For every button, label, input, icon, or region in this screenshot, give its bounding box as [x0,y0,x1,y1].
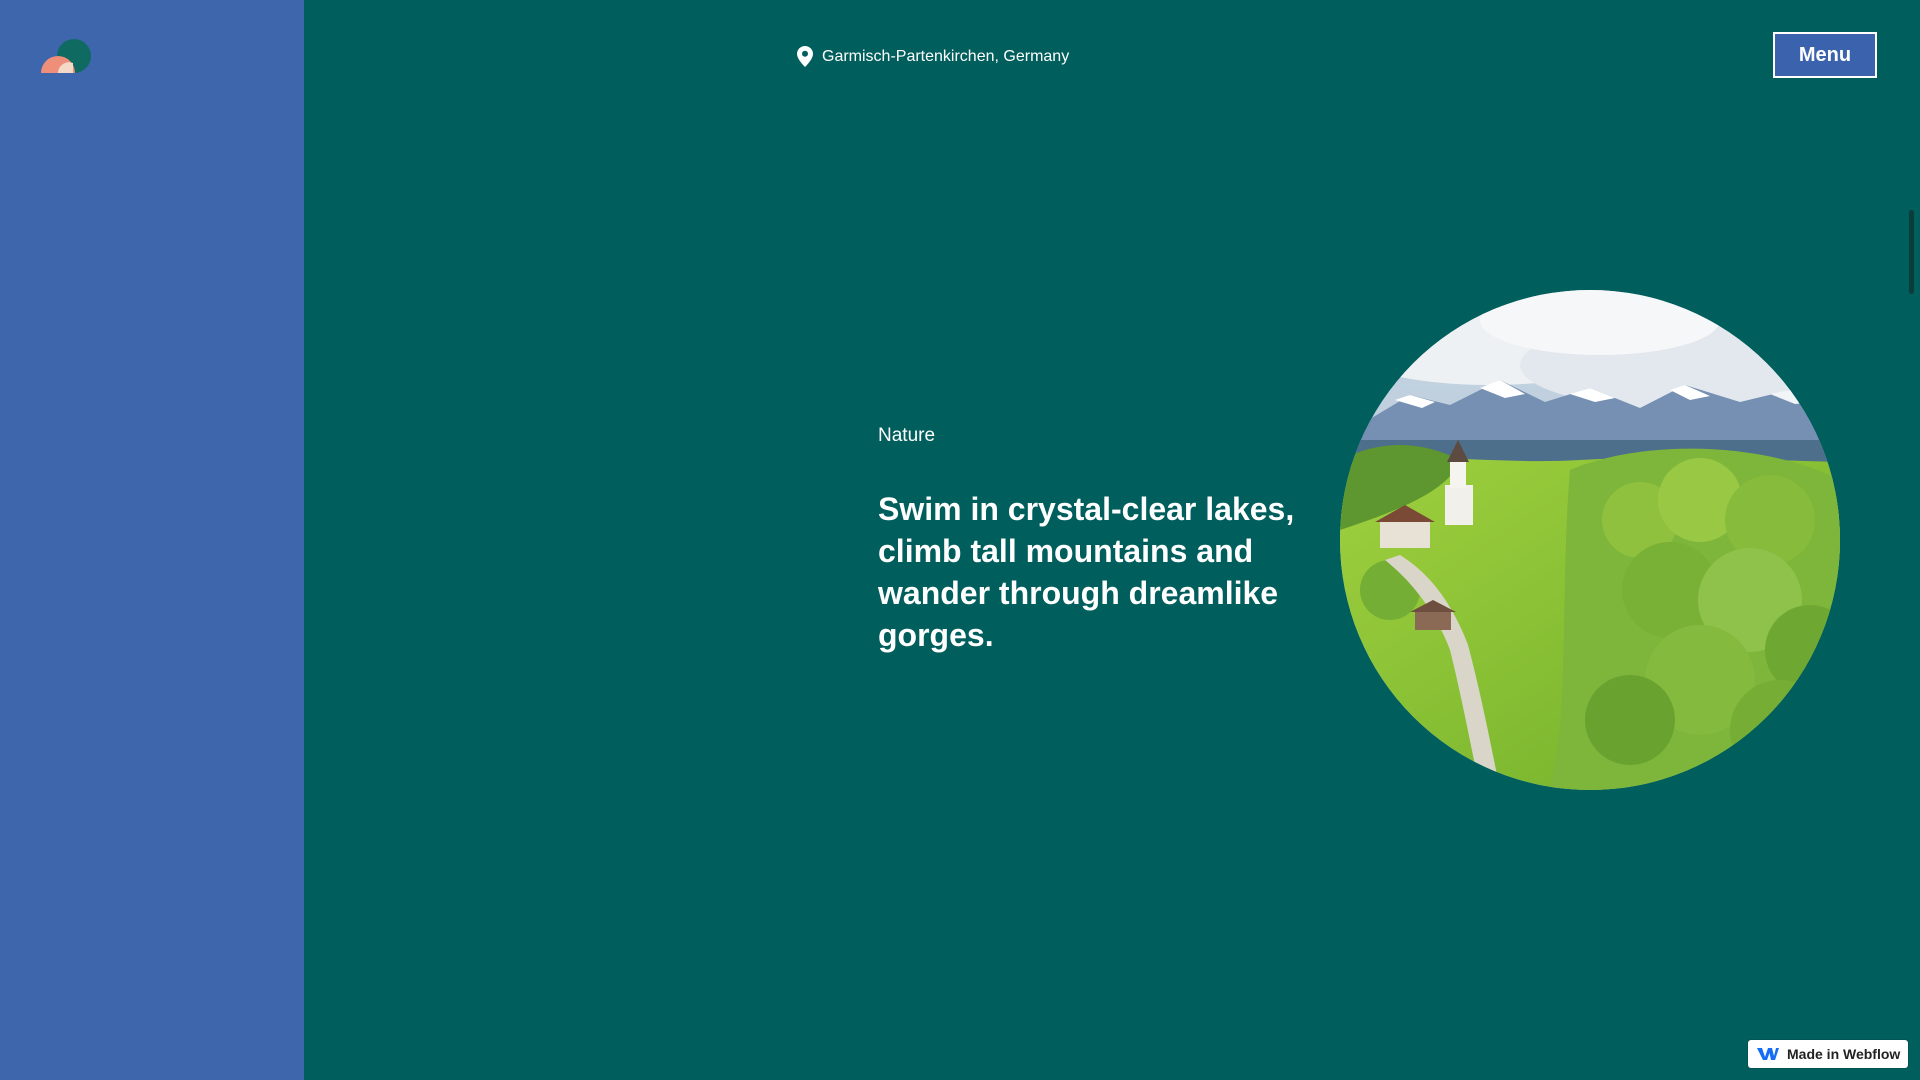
map-pin-icon [797,46,813,67]
category-label: Nature [878,425,936,446]
page: Garmisch-Partenkirchen, Germany Menu Nat… [0,0,1920,1080]
logo-icon[interactable] [38,38,94,76]
webflow-icon [1757,1048,1779,1060]
landscape-photo [1340,290,1840,790]
scrollbar-thumb[interactable] [1909,210,1914,294]
left-color-panel [0,0,304,1080]
location-text: Garmisch-Partenkirchen, Germany [822,47,1070,65]
made-in-webflow-badge[interactable]: Made in Webflow [1748,1040,1908,1068]
menu-button[interactable]: Menu [1773,32,1877,78]
badge-label: Made in Webflow [1787,1046,1901,1062]
hero-headline: Swim in crystal-clear lakes, climb tall … [878,491,1295,653]
location: Garmisch-Partenkirchen, Germany [797,46,1069,67]
